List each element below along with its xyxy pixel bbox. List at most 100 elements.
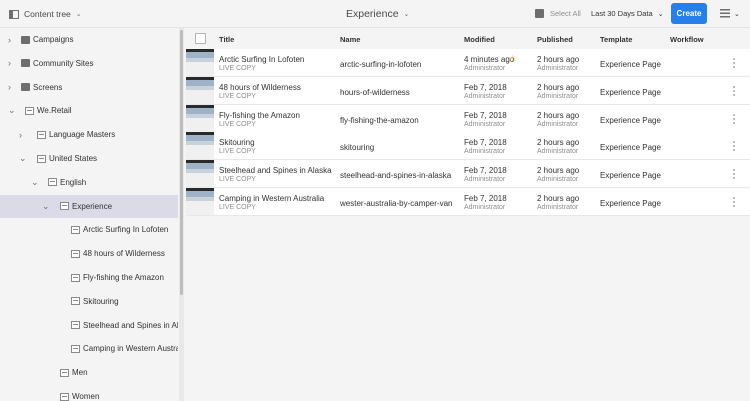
page-icon <box>71 225 80 234</box>
list-view-icon <box>720 9 730 18</box>
tree-item[interactable]: Camping in Western Australia <box>0 337 178 360</box>
row-status: LIVE COPY <box>219 65 256 72</box>
page-icon <box>71 344 80 353</box>
row-modified-by: Administrator <box>464 148 506 156</box>
more-icon[interactable] <box>733 85 735 96</box>
tree-item[interactable]: ⌄ We.Retail <box>0 99 178 122</box>
row-template: Experience Page <box>600 199 661 208</box>
create-label: Create <box>676 9 702 18</box>
select-all-button[interactable]: Select All <box>535 9 581 18</box>
tree-item[interactable]: Skitouring <box>0 290 178 313</box>
tree-item-label: 48 hours of Wilderness <box>83 249 165 259</box>
row-title[interactable]: Steelhead and Spines in Alaska <box>219 166 332 175</box>
table-row[interactable]: 48 hours of Wilderness LIVE COPY hours-o… <box>186 76 750 105</box>
tree-item[interactable]: Fly-fishing the Amazon <box>0 266 178 289</box>
date-filter-label: Last 30 Days Data <box>591 9 653 18</box>
title-dropdown[interactable]: Experience ⌄ <box>346 8 409 20</box>
row-modified: 4 minutes ago <box>464 55 515 64</box>
tree-item[interactable]: 48 hours of Wilderness <box>0 242 178 265</box>
tree-item[interactable]: Men <box>0 361 178 384</box>
col-name[interactable]: Name <box>340 35 360 44</box>
more-icon[interactable] <box>733 141 735 152</box>
page-icon <box>60 202 69 211</box>
tree-item-label: United States <box>49 154 98 163</box>
chevron-down-icon[interactable]: ⌄ <box>42 201 50 212</box>
date-filter-dropdown[interactable]: Last 30 Days Data ⌄ <box>591 9 664 18</box>
col-published[interactable]: Published <box>537 35 573 44</box>
row-modified: Feb 7, 2018 <box>464 194 507 203</box>
chevron-right-icon[interactable]: › <box>8 58 11 68</box>
chevron-right-icon[interactable]: › <box>8 82 11 92</box>
tree-item-label: Fly-fishing the Amazon <box>83 273 164 282</box>
more-icon[interactable] <box>733 58 735 68</box>
row-title[interactable]: Fly-fishing the Amazon <box>219 111 300 120</box>
page-thumbnail[interactable] <box>186 188 214 215</box>
row-template: Experience Page <box>600 87 661 97</box>
create-button[interactable]: Create <box>671 3 707 24</box>
more-icon[interactable] <box>733 169 735 180</box>
row-published-by: Administrator <box>537 204 579 211</box>
row-published: 2 hours ago <box>537 110 580 120</box>
tree-item[interactable]: › Community Sites <box>0 52 178 75</box>
rail-label: Content tree <box>24 9 71 19</box>
table-row[interactable]: Skitouring LIVE COPY skitouring Feb 7, 2… <box>186 132 750 161</box>
tree-item[interactable]: Arctic Surfing In Lofoten <box>0 218 178 241</box>
table-row[interactable]: Arctic Surfing In Lofoten LIVE COPY arct… <box>186 49 750 77</box>
table-row[interactable]: Camping in Western Australia LIVE COPY w… <box>186 188 750 216</box>
tree-item[interactable]: Steelhead and Spines in Alaska <box>0 314 178 337</box>
rail-toggle[interactable]: Content tree ⌄ <box>9 9 82 19</box>
tree-item-label: We.Retail <box>37 106 72 116</box>
row-title[interactable]: Arctic Surfing In Lofoten <box>219 55 304 64</box>
table-row[interactable]: Fly-fishing the Amazon LIVE COPY fly-fis… <box>186 104 750 133</box>
row-published: 2 hours ago <box>537 82 580 92</box>
folder-icon <box>21 35 30 44</box>
tree-scrollbar[interactable] <box>179 28 184 401</box>
row-modified: Feb 7, 2018 <box>464 82 507 92</box>
page-thumbnail[interactable] <box>186 160 214 188</box>
chevron-down-icon[interactable]: ⌄ <box>19 153 27 164</box>
row-title[interactable]: Skitouring <box>219 138 255 147</box>
page-icon <box>71 297 80 306</box>
tree-item-label: Skitouring <box>83 296 119 306</box>
tree-item[interactable]: › Screens <box>0 76 178 99</box>
row-published: 2 hours ago <box>537 138 580 148</box>
row-published-by: Administrator <box>537 65 579 72</box>
view-switcher[interactable]: ⌄ <box>720 9 740 18</box>
chevron-down-icon[interactable]: ⌄ <box>8 105 16 116</box>
chevron-down-icon[interactable]: ⌄ <box>31 177 39 188</box>
col-title[interactable]: Title <box>219 35 234 44</box>
table-header: Title Name Modified Published Template W… <box>186 28 750 49</box>
page-thumbnail[interactable] <box>186 49 214 76</box>
col-modified[interactable]: Modified <box>464 35 495 44</box>
tree-item[interactable]: › Language Masters <box>0 123 178 146</box>
row-status: LIVE COPY <box>219 120 256 128</box>
tree-item[interactable]: ⌄ United States <box>0 147 178 170</box>
page-thumbnail[interactable] <box>186 104 214 132</box>
page-icon <box>25 106 34 115</box>
row-published: 2 hours ago <box>537 55 580 64</box>
col-template[interactable]: Template <box>600 35 632 44</box>
page-icon <box>71 249 80 258</box>
tree-item-label: Camping in Western Australia <box>83 344 178 354</box>
more-icon[interactable] <box>733 197 735 207</box>
page-thumbnail[interactable] <box>186 132 214 160</box>
row-title[interactable]: Camping in Western Australia <box>219 194 324 203</box>
row-published-by: Administrator <box>537 176 579 184</box>
tree-item[interactable]: Women <box>0 385 178 401</box>
table-row[interactable]: Steelhead and Spines in Alaska LIVE COPY… <box>186 160 750 189</box>
chevron-right-icon[interactable]: › <box>19 130 22 140</box>
chevron-right-icon[interactable]: › <box>8 35 11 45</box>
row-name: steelhead-and-spines-in-alaska <box>340 171 452 181</box>
tree-item[interactable]: ⌄ Experience <box>0 194 178 218</box>
row-name: skitouring <box>340 143 375 153</box>
tree-item[interactable]: ⌄ English <box>0 171 178 194</box>
page-thumbnail[interactable] <box>186 76 214 104</box>
tree-item-label: Men <box>72 368 88 378</box>
tree-item[interactable]: › Campaigns <box>0 28 178 51</box>
row-modified-by: Administrator <box>464 120 506 128</box>
more-icon[interactable] <box>733 113 735 124</box>
row-title[interactable]: 48 hours of Wilderness <box>219 83 301 92</box>
select-all-checkbox[interactable] <box>195 33 206 44</box>
col-workflow[interactable]: Workflow <box>670 35 704 44</box>
scrollbar-thumb[interactable] <box>180 30 183 295</box>
